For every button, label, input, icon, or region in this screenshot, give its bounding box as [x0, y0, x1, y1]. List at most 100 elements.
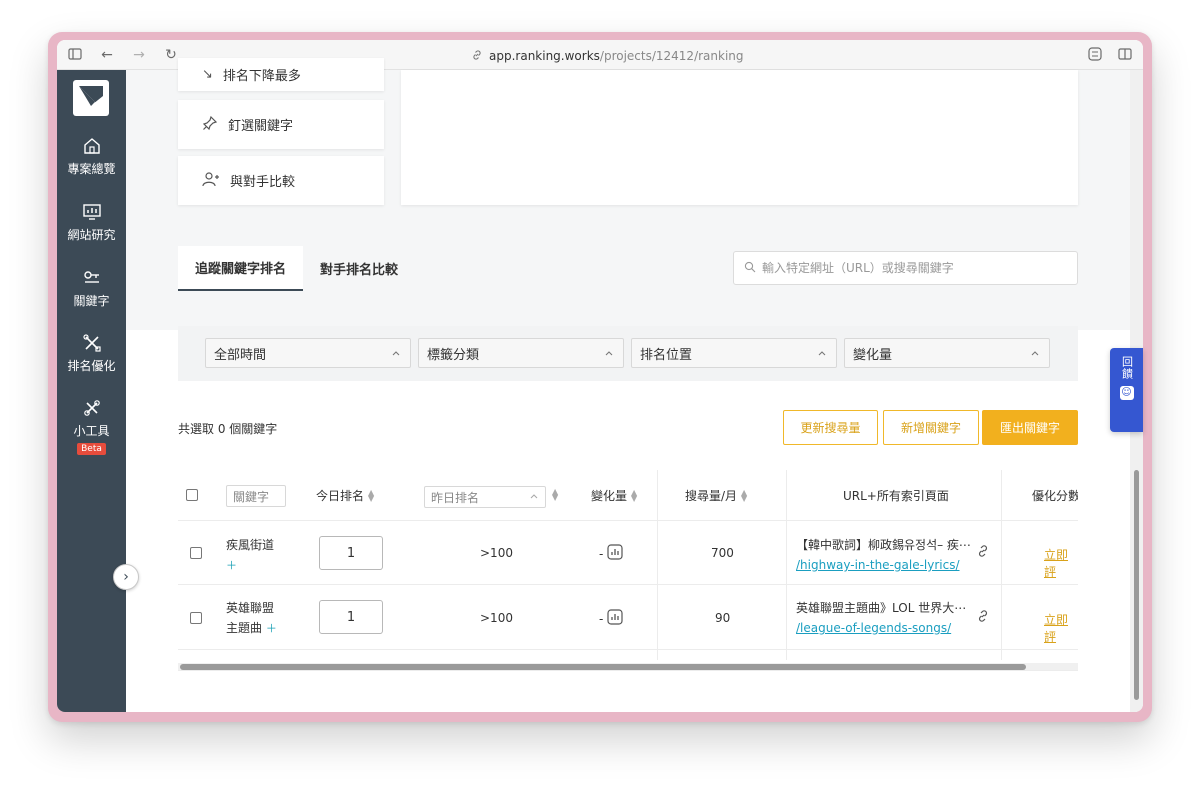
keyword-cell: 英雄聯盟 主題曲 ＋	[226, 598, 277, 639]
chevron-up-icon	[603, 347, 615, 359]
evaluate-now-link[interactable]: 立即評	[1044, 611, 1078, 645]
url-host: app.ranking.works	[489, 49, 600, 63]
keyword-cell: 疾風街道 ＋	[226, 535, 274, 576]
reload-icon[interactable]: ↻	[163, 47, 179, 63]
sidebar: 專案總覽 網站研究 關鍵字 排名優化 小工具 Beta	[57, 70, 126, 712]
sidebar-item-label: 小工具	[73, 424, 110, 438]
trend-down-icon: ↘	[202, 67, 213, 82]
horizontal-scrollbar[interactable]	[178, 663, 1078, 671]
chain-link-icon[interactable]	[976, 609, 990, 626]
compare-competitor-label: 與對手比較	[230, 175, 296, 190]
pin-keywords-button[interactable]: 釘選關鍵字	[178, 100, 384, 149]
chevron-up-icon	[1029, 347, 1041, 359]
chart-icon[interactable]	[607, 544, 623, 563]
key-icon	[82, 268, 102, 288]
add-tag-icon[interactable]: ＋	[266, 622, 277, 635]
search-input[interactable]	[762, 261, 1077, 275]
smile-icon: ☺	[1119, 386, 1134, 400]
change-cell: -	[599, 609, 623, 628]
change-cell: -	[599, 544, 623, 563]
evaluate-now-link[interactable]: 立即評	[1044, 546, 1078, 580]
feedback-widget[interactable]: 回饋 ☺	[1110, 348, 1143, 432]
volume-value: 700	[711, 546, 734, 560]
sort-icon: ▲ ▼	[741, 487, 748, 503]
add-keyword-button[interactable]: 新增關鍵字	[883, 410, 979, 445]
pin-keywords-label: 釘選關鍵字	[228, 119, 294, 134]
sidebar-expand-button[interactable]: ›	[113, 564, 139, 590]
export-keyword-button[interactable]: 匯出關鍵字	[982, 410, 1078, 445]
compare-competitor-button[interactable]: 與對手比較	[178, 156, 384, 205]
url-link[interactable]: /league-of-legends-songs/	[796, 618, 976, 638]
select-all-checkbox[interactable]	[186, 489, 198, 501]
user-add-icon	[202, 171, 220, 191]
biggest-drop-label: 排名下降最多	[222, 69, 301, 84]
sidebar-item-ranking-optimization[interactable]: 排名優化	[57, 333, 126, 374]
url-title: 【韓中歌詞】柳政錫유정석– 疾⋯	[796, 538, 971, 552]
chevron-up-icon	[816, 347, 828, 359]
sort-icon[interactable]: ▲ ▼	[552, 488, 558, 502]
vertical-scrollbar-thumb[interactable]	[1134, 470, 1139, 700]
sort-icon: ▲ ▼	[631, 487, 638, 503]
tab-competitor-comparison[interactable]: 對手排名比較	[303, 246, 415, 291]
tag-filter-select[interactable]: 標籤分類	[418, 338, 624, 368]
biggest-drop-button[interactable]: ↘ 排名下降最多	[178, 58, 384, 91]
keyword-text-line2: 主題曲	[226, 621, 263, 635]
yesterday-rank-header-filter[interactable]: 昨日排名	[424, 486, 546, 508]
url-header: URL+所有索引頁面	[843, 489, 949, 503]
sort-icon: ▲ ▼	[368, 487, 375, 503]
sidebar-item-label: 排名優化	[67, 359, 116, 373]
tabs: 追蹤關鍵字排名 對手排名比較	[178, 246, 415, 292]
feedback-label: 回饋	[1120, 356, 1134, 380]
sidebar-item-tools[interactable]: 小工具 Beta	[57, 398, 126, 455]
today-rank-box: 1	[319, 600, 383, 634]
search-box	[733, 251, 1078, 285]
reader-mode-icon[interactable]	[1087, 47, 1103, 63]
horizontal-scrollbar-thumb[interactable]	[180, 664, 1026, 670]
sidebar-item-site-research[interactable]: 網站研究	[57, 202, 126, 243]
split-view-icon[interactable]	[1117, 47, 1133, 63]
yesterday-rank-value: >100	[480, 546, 513, 560]
url-link[interactable]: /highway-in-the-gale-lyrics/	[796, 555, 976, 575]
chevron-right-icon: ›	[123, 569, 129, 585]
change-filter-select[interactable]: 變化量	[844, 338, 1050, 368]
url-cell: 英雄聯盟主題曲》LOL 世界大⋯ /league-of-legends-song…	[796, 598, 976, 638]
chain-link-icon[interactable]	[976, 544, 990, 561]
sidebar-item-overview[interactable]: 專案總覽	[57, 136, 126, 177]
url-path: /projects/12412/ranking	[599, 49, 744, 63]
sidebar-item-label: 網站研究	[67, 228, 116, 242]
time-filter-select[interactable]: 全部時間	[205, 338, 411, 368]
yesterday-rank-value: >100	[480, 611, 513, 625]
keyword-header-filter[interactable]: 關鍵字	[226, 485, 286, 507]
sidebar-toggle-icon[interactable]	[67, 47, 83, 63]
add-tag-icon[interactable]: ＋	[226, 559, 237, 572]
row-checkbox[interactable]	[190, 612, 202, 624]
url-title: 英雄聯盟主題曲》LOL 世界大⋯	[796, 601, 967, 615]
volume-header[interactable]: 搜尋量/月 ▲ ▼	[685, 487, 747, 504]
monitor-chart-icon	[82, 202, 102, 222]
keyword-table: 關鍵字 今日排名 ▲▼ 昨日排名 ▲▼ 變化量 ▲▼ 搜尋量/月 ▲▼	[178, 470, 1078, 660]
sidebar-item-label: 專案總覽	[67, 162, 116, 176]
change-header[interactable]: 變化量 ▲ ▼	[591, 487, 637, 504]
update-volume-button[interactable]: 更新搜尋量	[783, 410, 878, 445]
pin-icon	[202, 115, 218, 135]
chevron-up-icon	[390, 347, 402, 359]
sidebar-item-keywords[interactable]: 關鍵字	[57, 268, 126, 309]
tab-track-keyword-ranking[interactable]: 追蹤關鍵字排名	[178, 246, 304, 291]
today-rank-header[interactable]: 今日排名 ▲ ▼	[316, 487, 374, 504]
table-row: 疾風街道 ＋ 1 >100 - 700 【韓中歌詞】柳政錫유정석– 疾⋯ /hi…	[178, 521, 1078, 585]
app-logo[interactable]	[73, 80, 109, 116]
chart-icon[interactable]	[607, 609, 623, 628]
main-content: ↘ 排名下降最多 釘選關鍵字 與對手比較 追蹤關鍵字排名 對手排名比較 輸入特定…	[126, 58, 1130, 712]
wrench-icon	[82, 398, 102, 418]
back-arrow-icon[interactable]: ←	[99, 47, 115, 63]
sidebar-item-label: 關鍵字	[73, 294, 110, 308]
row-checkbox[interactable]	[190, 547, 202, 559]
tag-filter-value: 標籤分類	[427, 347, 480, 363]
rank-position-filter-value: 排名位置	[640, 347, 693, 363]
rank-position-filter-select[interactable]: 排名位置	[631, 338, 837, 368]
home-icon	[82, 136, 102, 156]
link-icon	[471, 49, 483, 64]
forward-arrow-icon[interactable]: →	[131, 47, 147, 63]
address-bar[interactable]: app.ranking.works/projects/12412/ranking	[471, 48, 744, 64]
table-header: 關鍵字 今日排名 ▲▼ 昨日排名 ▲▼ 變化量 ▲▼ 搜尋量/月 ▲▼	[178, 470, 1078, 521]
